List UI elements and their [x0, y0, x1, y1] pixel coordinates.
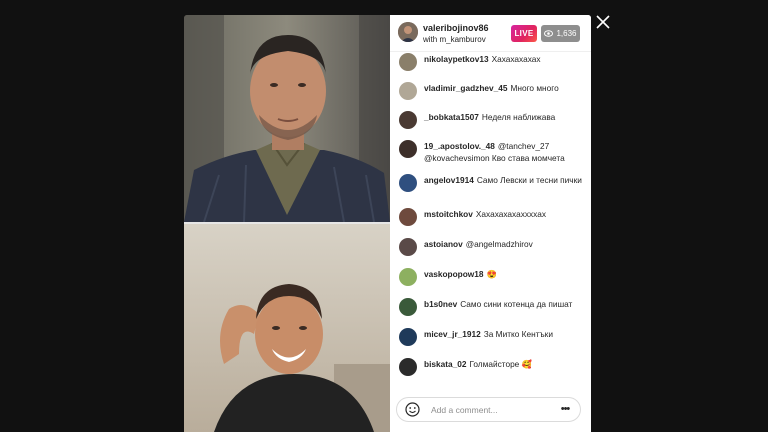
- comment-item: vladimir_gadzhev_45 Много много: [399, 82, 587, 100]
- host-avatar[interactable]: [398, 22, 418, 42]
- commenter-username[interactable]: micev_jr_1912: [424, 329, 481, 339]
- comment-text-block: micev_jr_1912 За Митко Кентъки: [424, 328, 553, 340]
- comment-text-block: vaskopopow18 😍: [424, 268, 497, 280]
- comment-item: astoianov @angelmadzhirov: [399, 238, 587, 256]
- host-username[interactable]: valeribojinov86: [423, 23, 489, 33]
- comment-text-block: nikolaypetkov13 Хахахахахах: [424, 53, 541, 65]
- commenter-avatar[interactable]: [399, 238, 417, 256]
- comment-list[interactable]: nikolaypetkov13 Хахахахахах vladimir_gadzh…: [390, 15, 591, 387]
- chat-panel: nikolaypetkov13 Хахахахахах vladimir_gadzh…: [390, 15, 591, 432]
- viewer-count: 1,636: [556, 29, 577, 38]
- smiley-icon[interactable]: [405, 402, 420, 417]
- comment-text-block: 19_.apostolov._48 @tanchev_27 @kovachevsi…: [424, 140, 587, 164]
- comment-message: Голмайсторе 🥰: [469, 359, 532, 369]
- commenter-avatar[interactable]: [399, 328, 417, 346]
- co-host-label[interactable]: with m_kamburov: [423, 35, 486, 44]
- comment-message: Неделя наближава: [481, 112, 556, 122]
- comment-text-block: vladimir_gadzhev_45 Много много: [424, 82, 559, 94]
- commenter-avatar[interactable]: [399, 82, 417, 100]
- comment-message: Само Левски и тесни пички: [476, 175, 582, 185]
- ellipsis-icon[interactable]: •••: [558, 401, 572, 417]
- comment-item: _bobkata1507 Неделя наближава: [399, 111, 587, 129]
- commenter-username[interactable]: biskata_02: [424, 359, 466, 369]
- commenter-username[interactable]: vaskopopow18: [424, 269, 483, 279]
- comment-text-block: biskata_02 Голмайсторе 🥰: [424, 358, 532, 370]
- guest-video[interactable]: [184, 224, 390, 432]
- comment-item: mstoitchkov Хахахахахаxxxхах: [399, 208, 587, 226]
- comment-message: Само сини котенца да пишат: [460, 299, 573, 309]
- comment-message: Хахахахахах: [491, 54, 541, 64]
- comment-message: Много много: [510, 83, 559, 93]
- viewer-count-badge[interactable]: 1,636: [541, 25, 580, 42]
- commenter-avatar[interactable]: [399, 140, 417, 158]
- chat-header: valeribojinov86 with m_kamburov LIVE 1,6…: [390, 15, 591, 52]
- commenter-username[interactable]: astoianov: [424, 239, 463, 249]
- commenter-avatar[interactable]: [399, 358, 417, 376]
- comment-message: За Митко Кентъки: [483, 329, 553, 339]
- commenter-username[interactable]: _bobkata1507: [424, 112, 479, 122]
- comment-message: @angelmadzhirov: [465, 239, 533, 249]
- commenter-avatar[interactable]: [399, 298, 417, 316]
- comment-input[interactable]: Add a comment... •••: [396, 397, 581, 422]
- video-area: [184, 15, 390, 432]
- comment-bar: Add a comment... •••: [390, 387, 591, 432]
- comment-item: vaskopopow18 😍: [399, 268, 587, 286]
- comment-text-block: _bobkata1507 Неделя наближава: [424, 111, 555, 123]
- commenter-avatar[interactable]: [399, 53, 417, 71]
- comment-text-block: angelov1914 Само Левски и тесни пички: [424, 174, 582, 186]
- commenter-username[interactable]: 19_.apostolov._48: [424, 141, 495, 151]
- commenter-avatar[interactable]: [399, 174, 417, 192]
- commenter-username[interactable]: nikolaypetkov13: [424, 54, 489, 64]
- host-video[interactable]: [184, 15, 390, 224]
- commenter-username[interactable]: b1s0nev: [424, 299, 457, 309]
- comment-item: 19_.apostolov._48 @tanchev_27 @kovachevsi…: [399, 140, 587, 164]
- comment-message: 😍: [486, 269, 497, 279]
- comment-text-block: astoianov @angelmadzhirov: [424, 238, 533, 250]
- comment-item: biskata_02 Голмайсторе 🥰: [399, 358, 587, 376]
- comment-message: Хахахахахаxxxхах: [475, 209, 546, 219]
- comment-text-block: mstoitchkov Хахахахахаxxxхах: [424, 208, 546, 220]
- comment-item: micev_jr_1912 За Митко Кентъки: [399, 328, 587, 346]
- close-button[interactable]: [594, 13, 612, 31]
- commenter-username[interactable]: angelov1914: [424, 175, 474, 185]
- close-icon: [596, 15, 610, 29]
- commenter-avatar[interactable]: [399, 208, 417, 226]
- eye-icon: [544, 30, 554, 37]
- comment-item: b1s0nev Само сини котенца да пишат: [399, 298, 587, 316]
- commenter-avatar[interactable]: [399, 268, 417, 286]
- comment-placeholder: Add a comment...: [431, 405, 498, 415]
- comment-text-block: b1s0nev Само сини котенца да пишат: [424, 298, 572, 310]
- live-video-modal: nikolaypetkov13 Хахахахахах vladimir_gadzh…: [184, 15, 591, 432]
- commenter-username[interactable]: mstoitchkov: [424, 209, 473, 219]
- commenter-username[interactable]: vladimir_gadzhev_45: [424, 83, 507, 93]
- live-badge: LIVE: [511, 25, 537, 42]
- comment-item: angelov1914 Само Левски и тесни пички: [399, 174, 587, 192]
- commenter-avatar[interactable]: [399, 111, 417, 129]
- comment-item: nikolaypetkov13 Хахахахахах: [399, 53, 587, 71]
